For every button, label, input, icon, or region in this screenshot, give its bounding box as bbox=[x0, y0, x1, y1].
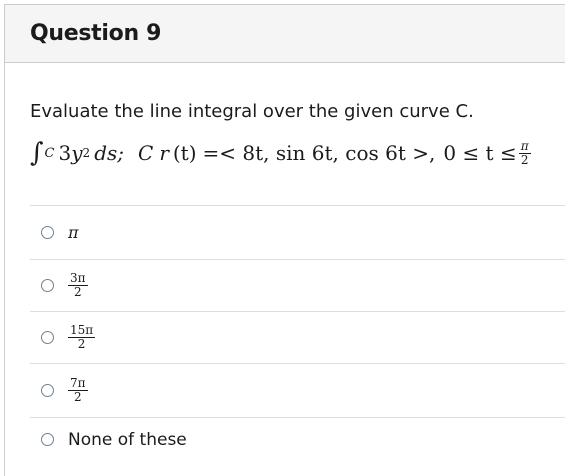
answer-list: π 3π 2 15π 2 7π 2 None of these bbox=[30, 205, 565, 461]
answer-label: π bbox=[68, 223, 79, 242]
question-body: Evaluate the line integral over the give… bbox=[5, 101, 565, 170]
range-text: 0 ≤ t ≤ bbox=[443, 141, 517, 165]
curve-param: (t) bbox=[172, 141, 197, 165]
answer-label: None of these bbox=[68, 429, 187, 450]
range-denominator: 2 bbox=[520, 152, 529, 167]
range-fraction: π 2 bbox=[518, 138, 531, 167]
answer-option-5[interactable]: None of these bbox=[30, 417, 565, 461]
answer-fraction: 3π 2 bbox=[68, 272, 88, 299]
radio-button[interactable] bbox=[41, 384, 54, 397]
answer-numerator: 7π bbox=[68, 376, 88, 391]
curve-label: C bbox=[138, 141, 154, 165]
question-title: Question 9 bbox=[30, 21, 162, 46]
integral-subscript: C bbox=[44, 145, 55, 161]
integrand-exp: 2 bbox=[82, 146, 91, 160]
answer-numerator: 3π bbox=[68, 271, 88, 286]
answer-numerator: 15π bbox=[68, 323, 96, 338]
answer-fraction: 7π 2 bbox=[68, 377, 88, 404]
answer-option-2[interactable]: 3π 2 bbox=[30, 259, 565, 311]
integral-sign: ∫ bbox=[30, 138, 44, 168]
answer-fraction: 15π 2 bbox=[68, 323, 96, 351]
question-prompt: Evaluate the line integral over the give… bbox=[30, 101, 474, 122]
answer-denominator: 2 bbox=[77, 337, 86, 351]
radio-button[interactable] bbox=[41, 433, 54, 446]
differential: ds; bbox=[94, 141, 124, 165]
answer-option-4[interactable]: 7π 2 bbox=[30, 363, 565, 417]
answer-option-1[interactable]: π bbox=[30, 205, 565, 259]
curve-r: r bbox=[159, 141, 169, 165]
integrand-coef: 3 bbox=[58, 141, 72, 165]
question-equation: ∫ C 3y2 ds; C r (t) =< 8t, sin 6t, cos 6t… bbox=[30, 136, 565, 170]
integrand-var: y bbox=[71, 141, 83, 165]
answer-denominator: 2 bbox=[73, 285, 82, 299]
radio-button[interactable] bbox=[41, 331, 54, 344]
radio-button[interactable] bbox=[41, 279, 54, 292]
answer-denominator: 2 bbox=[73, 390, 82, 404]
radio-button[interactable] bbox=[41, 226, 54, 239]
range-numerator: π bbox=[518, 138, 531, 154]
answer-option-3[interactable]: 15π 2 bbox=[30, 311, 565, 363]
question-card: Question 9 Evaluate the line integral ov… bbox=[4, 4, 565, 476]
curve-equation: =< 8t, sin 6t, cos 6t >, bbox=[202, 141, 436, 165]
question-header: Question 9 bbox=[5, 5, 565, 63]
